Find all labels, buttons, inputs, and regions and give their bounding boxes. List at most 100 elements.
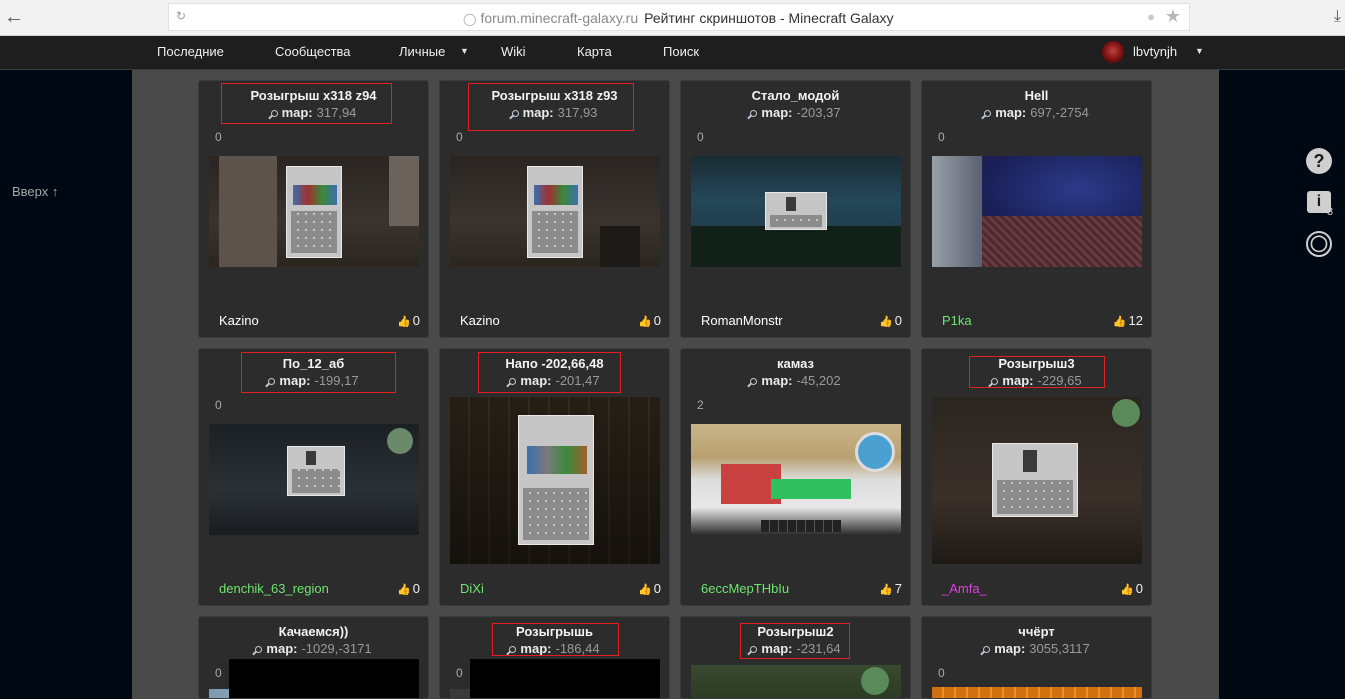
nav-communities[interactable]: Сообщества (275, 44, 351, 59)
thumbs-up-icon: 👍 (1120, 584, 1134, 596)
screenshot-image[interactable] (450, 156, 660, 267)
screenshot-title[interactable]: Розыгрыш x318 z93 (440, 88, 669, 103)
bookmark-star-icon[interactable]: ★ (1165, 6, 1181, 27)
scroll-top-link[interactable]: Вверх ↑ (12, 184, 58, 199)
screenshot-title[interactable]: ччёрт (922, 624, 1151, 639)
magnifier-icon (511, 110, 519, 117)
screenshot-title[interactable]: Розыгрыш x318 z94 (199, 88, 428, 103)
magnifier-icon (991, 378, 999, 385)
map-link[interactable]: map: -203,37 (681, 105, 910, 120)
author-link[interactable]: P1ka (942, 313, 972, 328)
likes[interactable]: 👍 0 (879, 313, 902, 328)
screenshot-image[interactable] (691, 424, 901, 535)
likes[interactable]: 👍 12 (1113, 313, 1143, 328)
likes[interactable]: 👍 0 (397, 581, 420, 596)
map-link[interactable]: map: -1029,-3171 (199, 641, 428, 656)
nav-map[interactable]: Карта (577, 44, 612, 59)
screenshot-card[interactable]: Розыгрыш x318 z94 map: 317,94 0 Kazino 👍 0 (198, 80, 429, 338)
screenshot-image[interactable] (450, 397, 660, 564)
map-link[interactable]: map: -229,65 (922, 373, 1151, 388)
map-link[interactable]: map: 697,-2754 (922, 105, 1151, 120)
redaction-block (470, 659, 660, 698)
likes[interactable]: 👍 0 (1120, 581, 1143, 596)
screenshot-title[interactable]: Качаемся)) (199, 624, 428, 639)
redaction-block (229, 659, 419, 698)
user-menu-chevron-icon[interactable]: ▼ (1195, 46, 1204, 56)
magnifier-icon (509, 378, 517, 385)
author-link[interactable]: 6eccMepTHbIu (701, 581, 789, 596)
map-link[interactable]: map: 3055,3117 (922, 641, 1151, 656)
download-icon[interactable]: ⤓ (1334, 8, 1341, 26)
score: 0 (938, 130, 945, 144)
screenshot-card[interactable]: Розыгрыш2 map:-231,64 0 (680, 616, 911, 699)
author-link[interactable]: Kazino (219, 313, 259, 328)
screenshot-image[interactable] (209, 424, 419, 535)
screenshot-image[interactable] (932, 687, 1142, 698)
score: 0 (215, 666, 222, 680)
browser-toolbar: ← ↻ ◯ forum.minecraft-galaxy.ru Рейтинг ск… (0, 0, 1345, 36)
reload-icon[interactable]: ↻ (176, 9, 186, 23)
magnifier-icon (750, 110, 758, 117)
screenshot-card[interactable]: Розыгрыш3 map:-229,65 0 _Amfa_ 👍0 (921, 348, 1152, 606)
map-link[interactable]: map: -201,47 (440, 373, 669, 388)
author-link[interactable]: DiXi (460, 581, 484, 596)
chevron-down-icon[interactable]: ▼ (460, 46, 469, 56)
likes[interactable]: 👍 0 (638, 581, 661, 596)
nav-wiki[interactable]: Wiki (501, 44, 526, 59)
author-link[interactable]: denchik_63_region (219, 581, 329, 596)
likes[interactable]: 👍 0 (638, 313, 661, 328)
author-link[interactable]: Kazino (460, 313, 500, 328)
screenshot-card[interactable]: Розыгрыш x318 z93 map: 317,93 0 Kazino 👍 0 (439, 80, 670, 338)
map-link[interactable]: map: -186,44 (440, 641, 669, 656)
nav-latest[interactable]: Последние (157, 44, 224, 59)
screenshot-image[interactable] (932, 397, 1142, 564)
author-link[interactable]: RomanMonstr (701, 313, 783, 328)
screenshot-title[interactable]: Напо -202,66,48 (440, 356, 669, 371)
nav-personal[interactable]: Личные (399, 44, 445, 59)
thumbs-up-icon: 👍 (879, 316, 893, 328)
screenshot-card[interactable]: камаз map: -45,202 2 6eccMepTHbIu 👍 7 (680, 348, 911, 606)
magnifier-icon (984, 110, 992, 117)
avatar[interactable] (1102, 41, 1124, 63)
screenshot-title[interactable]: Розыгрышь (440, 624, 669, 639)
author-link[interactable]: _Amfa_ (942, 581, 987, 596)
screenshot-title[interactable]: Розыгрыш3 (922, 356, 1151, 371)
screenshot-title[interactable]: По_12_аб (199, 356, 428, 371)
globe-icon[interactable]: ◯ (1306, 231, 1332, 257)
screenshot-image[interactable] (691, 665, 901, 698)
screenshot-image[interactable] (932, 156, 1142, 267)
score: 2 (697, 398, 704, 412)
site-navigation: Последние Сообщества Личные ▼ Wiki Карта… (0, 36, 1345, 70)
map-link[interactable]: map: 317,94 (199, 105, 428, 120)
screenshot-title[interactable]: Розыгрыш2 (681, 624, 910, 639)
notification-count: 3 (1327, 206, 1334, 218)
screenshot-card[interactable]: ччёрт map: 3055,3117 0 (921, 616, 1152, 699)
map-link[interactable]: map: -231,64 (681, 641, 910, 656)
magnifier-icon (255, 646, 263, 653)
username[interactable]: lbvtynjh (1133, 44, 1177, 59)
nav-search[interactable]: Поиск (663, 44, 699, 59)
screenshot-card[interactable]: Напо -202,66,48 map:-201,47 0 DiXi 👍0 (439, 348, 670, 606)
likes[interactable]: 👍 0 (397, 313, 420, 328)
screenshot-card[interactable]: Качаемся)) map: -1029,-3171 0 (198, 616, 429, 699)
screenshot-card[interactable]: Стало_модой map: -203,37 0 RomanMonstr 👍 0 (680, 80, 911, 338)
map-link[interactable]: map: 317,93 (440, 105, 669, 120)
screenshot-card[interactable]: Розыгрышь map: -186,44 0 (439, 616, 670, 699)
help-icon[interactable]: ? (1306, 148, 1332, 174)
screenshot-title[interactable]: камаз (681, 356, 910, 371)
map-link[interactable]: map: -45,202 (681, 373, 910, 388)
back-arrow-icon[interactable]: ← (4, 6, 24, 28)
screenshot-title[interactable]: Hell (922, 88, 1151, 103)
screenshot-image[interactable] (209, 156, 419, 267)
likes[interactable]: 👍 7 (879, 581, 902, 596)
thumbs-up-icon: 👍 (638, 584, 652, 596)
address-text: ◯ forum.minecraft-galaxy.ru Рейтинг скринш… (463, 10, 894, 26)
screenshot-image[interactable] (691, 156, 901, 267)
magnifier-icon (750, 378, 758, 385)
lightbulb-icon[interactable]: ● (1147, 9, 1155, 24)
screenshot-card[interactable]: Hell map: 697,-2754 0 P1ka 👍 12 (921, 80, 1152, 338)
screenshot-title[interactable]: Стало_модой (681, 88, 910, 103)
address-bar[interactable]: ↻ ◯ forum.minecraft-galaxy.ru Рейтинг скри… (168, 3, 1190, 31)
screenshot-card[interactable]: По_12_аб map: -199,17 0 denchik_63_region… (198, 348, 429, 606)
map-link[interactable]: map: -199,17 (199, 373, 428, 388)
